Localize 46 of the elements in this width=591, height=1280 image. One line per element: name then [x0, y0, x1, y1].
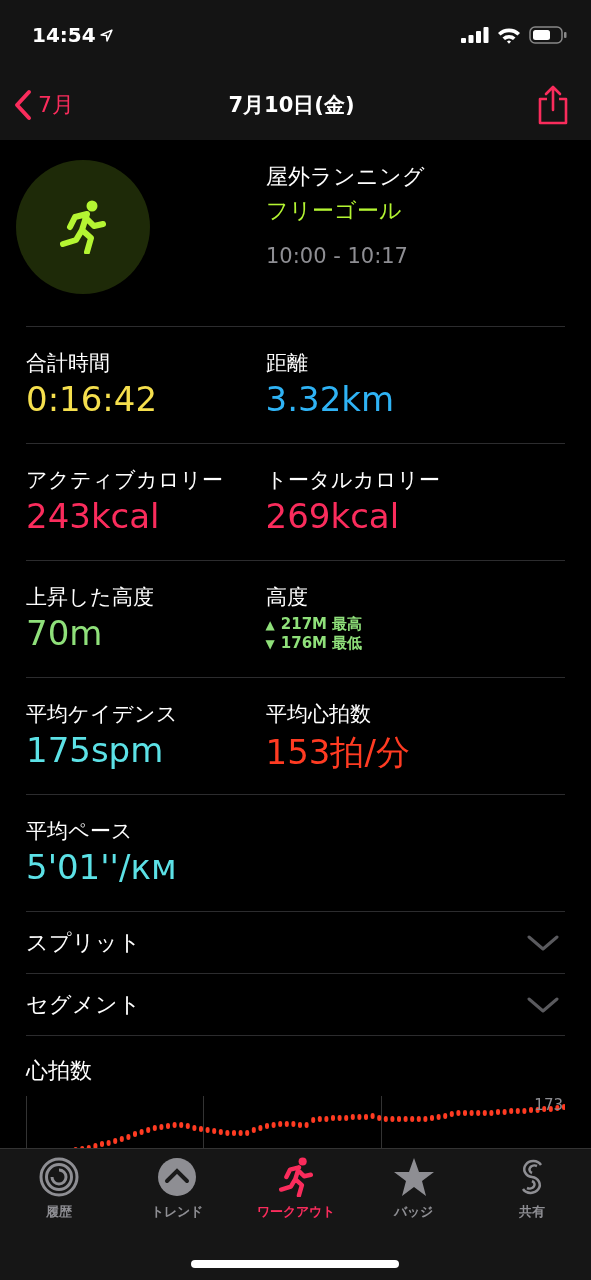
runner-icon — [278, 1157, 313, 1197]
nav-title: 7月10日(金) — [227, 92, 356, 119]
down-triangle-icon: ▼ — [265, 636, 275, 651]
metric-value: 269kcal — [265, 496, 400, 536]
share-icon — [537, 85, 569, 125]
chart-title: 心拍数 — [26, 1057, 93, 1085]
elevation-low: 176M 最低 — [280, 634, 363, 653]
runner-icon — [60, 200, 106, 254]
tab[interactable]: 履歴 — [0, 1157, 119, 1233]
battery-icon — [529, 26, 567, 44]
metric-value: 175spm — [26, 730, 164, 770]
metric-label: 距離 — [265, 350, 308, 377]
metric-label: トータルカロリー — [265, 467, 440, 494]
workout-type: 屋外ランニング — [266, 163, 425, 191]
metric-value: 3.32km — [265, 379, 395, 419]
metric-value: 153拍/分 — [265, 731, 410, 774]
metric-value: 0:16:42 — [26, 379, 158, 419]
tab[interactable]: トレンド — [118, 1157, 237, 1233]
up-triangle-icon: ▲ — [265, 617, 275, 632]
metric-value: 5'01''/км — [26, 847, 177, 887]
metric-label: アクティブカロリー — [26, 467, 223, 494]
status-time: 14:54 — [32, 23, 96, 47]
metric-value: 243kcal — [26, 496, 160, 536]
metric-value: 70m — [26, 613, 103, 653]
metric-label: 高度 — [265, 584, 308, 611]
location-arrow-icon — [99, 28, 113, 42]
workout-time-range: 10:00 - 10:17 — [266, 244, 408, 268]
back-button[interactable]: 7月 — [14, 89, 114, 121]
section-row[interactable]: セグメント — [26, 974, 565, 1036]
section-row[interactable]: スプリット — [26, 912, 565, 974]
metric-label: 平均ペース — [26, 818, 133, 845]
metric-label: 上昇した高度 — [26, 584, 154, 611]
signal-icon — [461, 27, 489, 43]
metric-label: 平均ケイデンス — [26, 701, 178, 728]
tab[interactable]: バッジ — [354, 1157, 473, 1233]
rings-icon — [39, 1157, 80, 1197]
metric-label: 合計時間 — [26, 350, 110, 377]
tab[interactable]: 共有 — [472, 1157, 591, 1233]
star-icon — [392, 1157, 435, 1197]
wifi-icon — [497, 26, 521, 44]
chevron-circle-icon — [157, 1157, 198, 1197]
elevation-high: 217M 最高 — [280, 615, 363, 634]
chevron-left-icon — [14, 89, 32, 121]
tab[interactable]: ワークアウト — [236, 1157, 355, 1233]
workout-goal: フリーゴール — [266, 197, 402, 225]
metric-label: 平均心拍数 — [265, 701, 371, 728]
